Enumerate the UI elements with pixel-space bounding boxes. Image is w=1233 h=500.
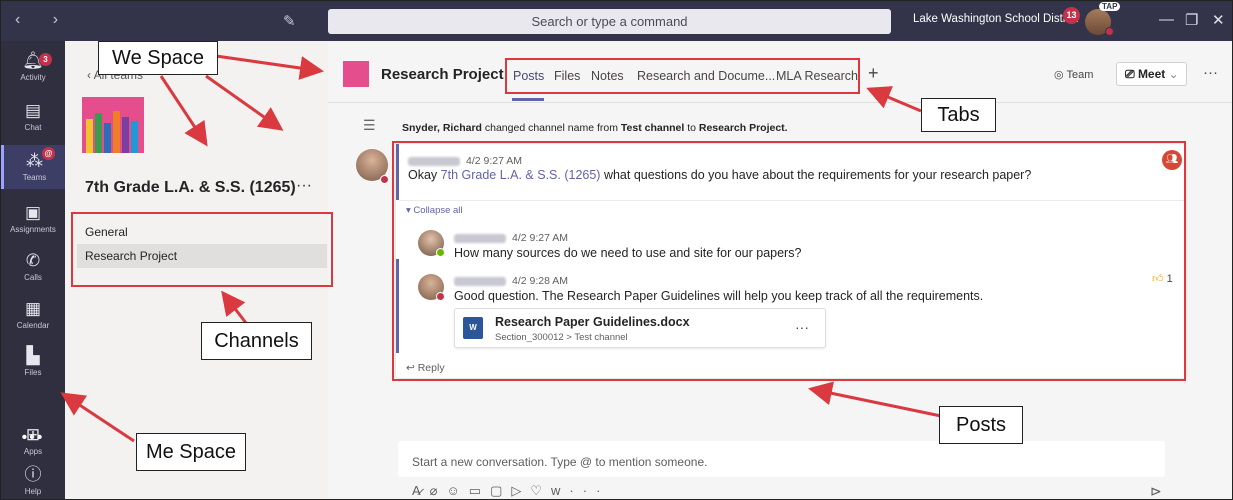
callout-tabs: Tabs — [921, 98, 996, 132]
annotation-arrows — [60, 54, 942, 443]
teams-window: ‹ › ✎ Search or type a command Lake Wash… — [0, 0, 1233, 500]
callout-we-space: We Space — [98, 41, 218, 75]
callout-me-space: Me Space — [136, 433, 246, 471]
callout-channels: Channels — [201, 322, 312, 360]
callout-posts: Posts — [939, 406, 1023, 444]
